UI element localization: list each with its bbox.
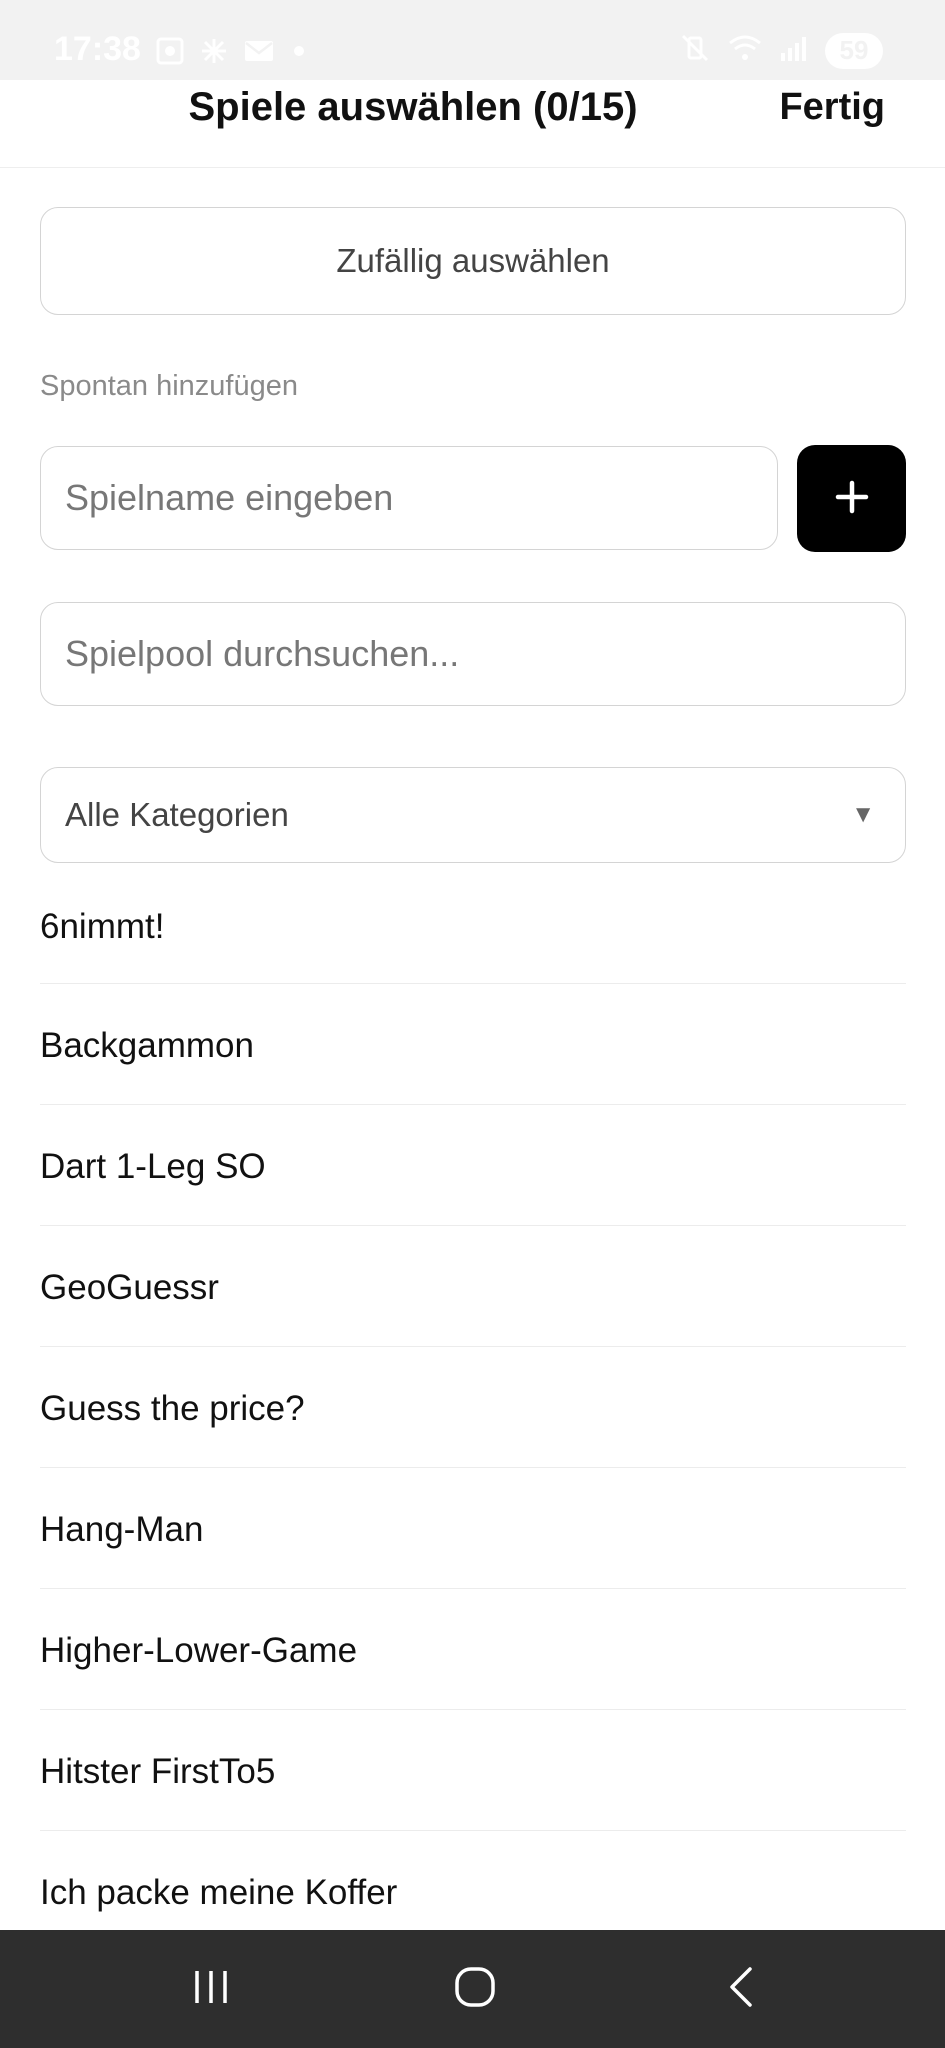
status-left-icons	[155, 36, 309, 71]
list-item[interactable]: Backgammon	[40, 984, 906, 1105]
fan-icon	[199, 36, 229, 71]
category-selected-value: Alle Kategorien	[65, 796, 289, 833]
status-bar: 17:38 59	[0, 0, 945, 80]
status-time: 17:38	[54, 30, 141, 68]
done-button[interactable]: Fertig	[779, 82, 885, 132]
add-game-button[interactable]	[797, 445, 906, 552]
list-item[interactable]: Ich packe meine Koffer	[40, 1831, 906, 1930]
chevron-down-icon: ▼	[851, 801, 875, 828]
game-list: 6nimmt! Backgammon Dart 1-Leg SO GeoGues…	[40, 866, 906, 1930]
status-right-icons: 59	[679, 32, 883, 69]
list-item[interactable]: Hitster FirstTo5	[40, 1710, 906, 1831]
header: Spiele auswählen (0/15) Fertig	[0, 80, 945, 168]
back-icon	[720, 1965, 764, 2014]
spontaneous-add-label: Spontan hinzufügen	[40, 370, 298, 402]
screen: 17:38 59 Spiele auswählen (0/15) Fertig …	[0, 0, 945, 2048]
screenshot-icon	[155, 36, 185, 71]
mute-vibrate-icon	[679, 32, 711, 69]
navigation-bar	[0, 1930, 945, 2048]
home-button[interactable]	[415, 1930, 535, 2048]
dot-icon	[289, 36, 309, 71]
home-icon	[451, 1963, 499, 2016]
list-item[interactable]: 6nimmt!	[40, 866, 906, 984]
list-item[interactable]: Higher-Lower-Game	[40, 1589, 906, 1710]
plus-icon	[834, 479, 870, 518]
list-item[interactable]: GeoGuessr	[40, 1226, 906, 1347]
game-name-input[interactable]	[40, 446, 778, 550]
list-item[interactable]: Hang-Man	[40, 1468, 906, 1589]
random-select-button[interactable]: Zufällig auswählen	[40, 207, 906, 315]
category-select[interactable]: Alle Kategorien ▼	[40, 767, 906, 863]
game-pool-search-input[interactable]	[40, 602, 906, 706]
wifi-icon	[727, 33, 763, 68]
list-item[interactable]: Guess the price?	[40, 1347, 906, 1468]
list-item[interactable]: Dart 1-Leg SO	[40, 1105, 906, 1226]
mail-icon	[243, 36, 275, 71]
page-title: Spiele auswählen (0/15)	[188, 85, 638, 129]
back-button[interactable]	[682, 1930, 802, 2048]
battery-indicator: 59	[825, 32, 883, 69]
recent-apps-button[interactable]	[151, 1930, 271, 2048]
signal-icon	[779, 33, 809, 68]
recent-apps-icon	[189, 1965, 233, 2014]
